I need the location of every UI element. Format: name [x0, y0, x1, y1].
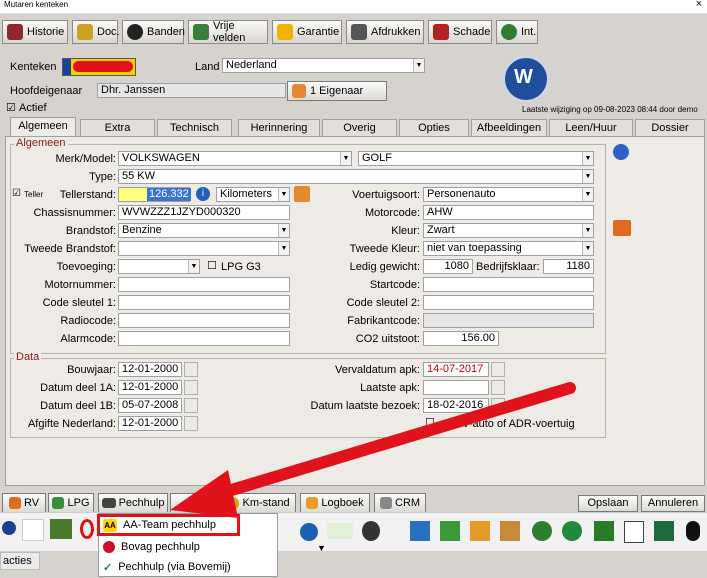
annotation-arrow	[170, 382, 576, 518]
